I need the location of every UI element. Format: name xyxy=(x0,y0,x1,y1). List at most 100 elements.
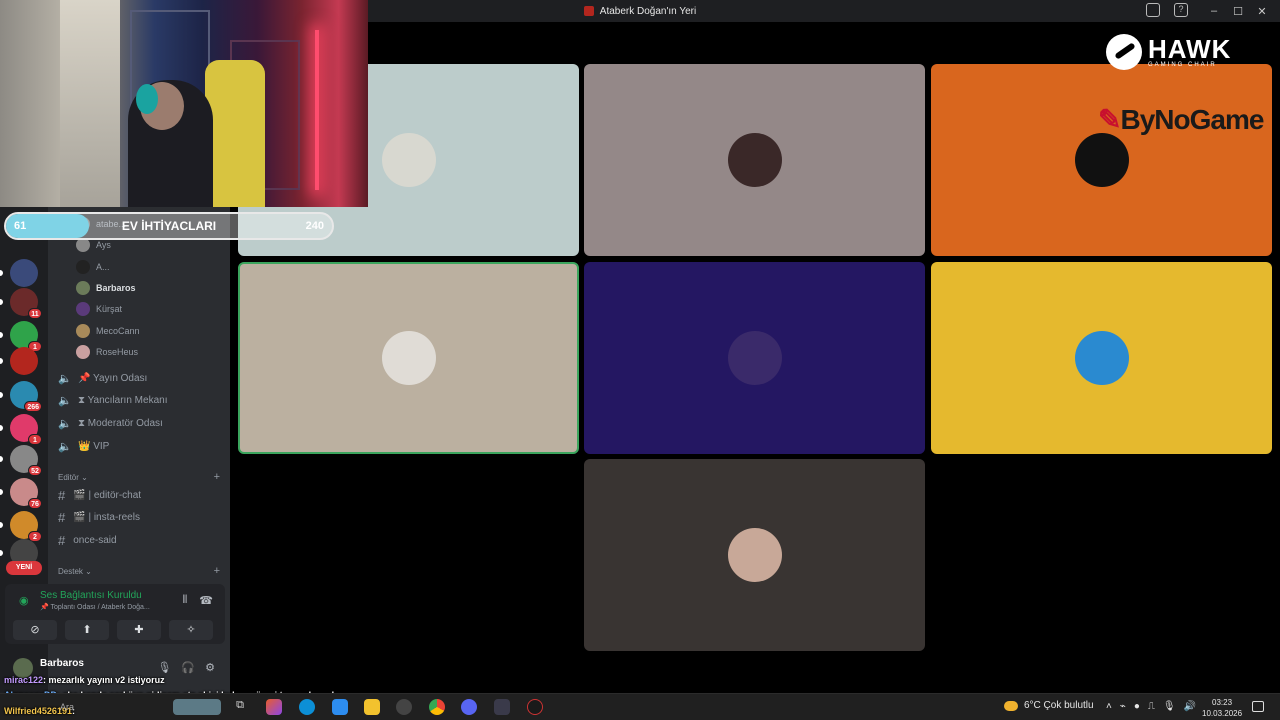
bynogame-logo: ✎ByNoGame xyxy=(1098,103,1264,136)
server-icon[interactable]: 1 xyxy=(10,321,42,352)
camera-off-button[interactable]: ⊘ xyxy=(13,620,57,640)
server-icon[interactable]: 1 xyxy=(10,414,42,445)
activities-button[interactable]: ✚ xyxy=(117,620,161,640)
settings-gear-icon[interactable]: ⚙ xyxy=(205,661,215,674)
clock-time: 03:23 xyxy=(1212,698,1233,707)
bynogame-pen-icon: ✎ xyxy=(1098,104,1121,135)
taskbar-clock[interactable]: 03:23 10.03.2026 xyxy=(1202,697,1242,719)
video-tile[interactable] xyxy=(238,262,579,454)
participant-avatar xyxy=(1074,331,1129,385)
app-icon[interactable] xyxy=(494,699,510,715)
microphone-icon[interactable]: 🎙 xyxy=(157,661,171,674)
user-name[interactable]: Barbaros xyxy=(40,658,84,669)
video-tile[interactable] xyxy=(931,262,1272,454)
noise-suppression-icon[interactable]: ⦀ xyxy=(182,594,187,607)
clock-date: 10.03.2026 xyxy=(1202,709,1243,718)
obs-icon[interactable] xyxy=(527,699,543,715)
server-icon[interactable]: 11 xyxy=(10,288,42,319)
weather-widget[interactable]: 6°C Çok bulutlu xyxy=(1004,700,1094,711)
server-icon[interactable] xyxy=(10,259,38,287)
video-tile[interactable] xyxy=(584,262,925,454)
unread-badge: 52 xyxy=(28,465,42,476)
edge-icon[interactable] xyxy=(299,699,315,715)
window-title-text: Ataberk Doğan'ın Yeri xyxy=(599,5,697,17)
voice-user-name: MecoCann xyxy=(96,325,140,336)
add-channel-icon[interactable]: + xyxy=(214,565,220,577)
notification-icon[interactable] xyxy=(1252,701,1264,712)
copilot-icon[interactable] xyxy=(266,699,282,715)
text-channel-label: 🎬 | insta-reels xyxy=(73,512,140,524)
server-icon[interactable]: 266 xyxy=(10,381,42,412)
xbox-icon[interactable] xyxy=(396,699,412,715)
disconnect-icon[interactable]: ☎ xyxy=(199,594,213,607)
store-icon[interactable] xyxy=(332,699,348,715)
user-controls: 🎙 🎧 ⚙ xyxy=(157,661,215,674)
unread-badge: 1 xyxy=(28,434,42,445)
discord-icon[interactable] xyxy=(461,699,477,715)
server-icon[interactable]: 76 xyxy=(10,478,42,509)
voice-user[interactable]: Barbaros xyxy=(76,279,136,297)
video-tile[interactable] xyxy=(584,64,925,256)
text-channel[interactable]: # 🎬 | editör-chat xyxy=(58,485,141,505)
new-badge[interactable]: YENİ xyxy=(6,561,42,575)
voice-channel[interactable]: 🔈 👑 VIP xyxy=(58,436,109,456)
text-channel[interactable]: # once-said xyxy=(58,530,117,550)
hawk-emblem-icon xyxy=(1106,34,1142,70)
maximize-button[interactable]: ☐ xyxy=(1226,5,1250,18)
volume-icon[interactable]: 🔊 xyxy=(1184,701,1196,712)
participant-avatar xyxy=(381,331,436,385)
participant-avatar xyxy=(1074,133,1129,187)
add-channel-icon[interactable]: + xyxy=(214,471,220,483)
taskbar-search[interactable]: Ara xyxy=(60,702,74,712)
voice-channel[interactable]: 🔈 ⧗ Moderatör Odası xyxy=(58,413,163,433)
text-channel[interactable]: # 🎬 | insta-reels xyxy=(58,508,140,528)
category-support[interactable]: Destek ⌄ + xyxy=(58,564,220,578)
voice-user[interactable]: RoseHeus xyxy=(76,343,138,361)
video-tile[interactable] xyxy=(931,64,1272,256)
speaker-icon: 🔈 xyxy=(58,372,72,385)
server-icon[interactable]: 2 xyxy=(10,511,42,542)
file-explorer-icon[interactable] xyxy=(364,699,380,715)
category-editor[interactable]: Editör ⌄ + xyxy=(58,470,220,484)
tray-app-icon[interactable]: ⌁ xyxy=(1120,701,1126,712)
voice-channel-label: ⧗ Moderatör Odası xyxy=(78,417,163,429)
chrome-icon[interactable] xyxy=(429,699,445,715)
unread-badge: 266 xyxy=(24,401,42,412)
hash-icon: # xyxy=(58,510,66,526)
microphone-tray-icon[interactable]: 🎙 xyxy=(1163,701,1176,712)
voice-user-name: RoseHeus xyxy=(96,346,139,357)
participant-avatar xyxy=(727,331,782,385)
chevron-up-icon[interactable]: ˄ xyxy=(1106,701,1112,712)
server-icon[interactable] xyxy=(10,347,38,375)
soundboard-button[interactable]: ✧ xyxy=(169,620,213,640)
server-icon[interactable]: 52 xyxy=(10,445,42,476)
inbox-icon[interactable] xyxy=(1146,3,1160,17)
voice-user[interactable]: Kürşat xyxy=(76,300,122,318)
close-button[interactable]: ✕ xyxy=(1250,5,1274,18)
participant-avatar xyxy=(727,528,782,582)
voice-user-name: Kürşat xyxy=(96,304,123,315)
goal-target: 240 xyxy=(305,220,324,232)
headphones-icon[interactable]: 🎧 xyxy=(181,661,195,674)
discord-tray-icon[interactable]: ● xyxy=(1134,701,1140,712)
category-editor-label: Editör ⌄ xyxy=(58,472,88,482)
network-icon[interactable]: ⎍ xyxy=(1148,701,1155,712)
voice-channel[interactable]: 🔈 📌 Yayın Odası xyxy=(58,368,147,388)
voice-channel-label: ⧗ Yancıların Mekanı xyxy=(78,395,168,407)
task-view-icon[interactable]: ⧉ xyxy=(232,699,248,715)
taskbar-thumbnail[interactable] xyxy=(173,699,221,715)
help-icon[interactable]: ? xyxy=(1174,3,1188,17)
voice-user-name: Barbaros xyxy=(96,282,136,293)
voice-location[interactable]: 📌 Toplantı Odası / Ataberk Doğa... xyxy=(40,603,150,611)
screen-share-button[interactable]: ⬆ xyxy=(65,620,109,640)
voice-user[interactable]: MecoCann xyxy=(76,322,140,340)
voice-channel-label: 📌 Yayın Odası xyxy=(78,372,148,384)
unread-pip xyxy=(0,456,3,462)
voice-user[interactable]: A... xyxy=(76,258,110,276)
video-tile[interactable] xyxy=(584,459,925,651)
voice-status[interactable]: Ses Bağlantısı Kuruldu xyxy=(40,590,142,601)
avatar xyxy=(76,323,90,338)
streamer-webcam xyxy=(0,0,368,207)
minimize-button[interactable]: – xyxy=(1202,5,1226,17)
voice-channel[interactable]: 🔈 ⧗ Yancıların Mekanı xyxy=(58,391,167,411)
